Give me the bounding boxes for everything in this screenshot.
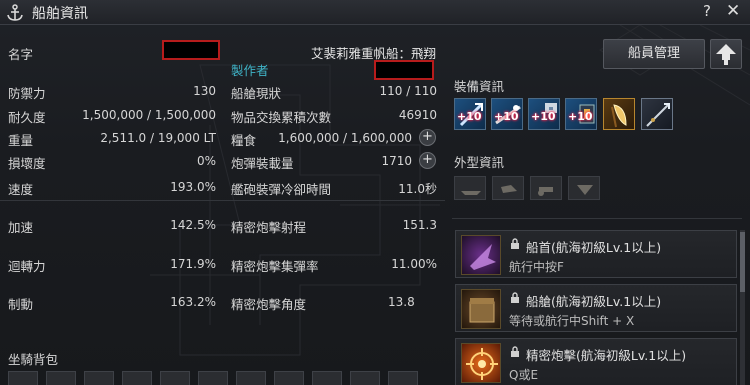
- help-button[interactable]: ?: [703, 2, 711, 20]
- mount-bag-label: 坐騎背包: [8, 352, 59, 367]
- mount-bag-slot[interactable]: [312, 371, 342, 385]
- durability-value: 1,500,000 / 1,500,000: [82, 108, 216, 122]
- ship-name-redacted: [162, 40, 220, 60]
- mount-bag-slot[interactable]: [236, 371, 266, 385]
- crew-management-button[interactable]: 船員管理: [603, 39, 705, 69]
- precision-spread-label: 精密炮擊集彈率: [231, 259, 319, 274]
- mount-bag-slot[interactable]: [350, 371, 380, 385]
- ammo-load-value: 1710: [381, 154, 412, 168]
- cabin-status-label: 船艙現狀: [231, 86, 282, 101]
- ammo-load-label: 炮彈裝載量: [231, 156, 294, 171]
- mount-bag-slot[interactable]: [198, 371, 228, 385]
- enhance-badge: +10: [494, 110, 519, 123]
- add-provisions-button[interactable]: +: [419, 129, 436, 146]
- skill-name: 精密炮擊(航海初級Lv.1以上): [526, 348, 687, 363]
- skill-item-precision-shot[interactable]: 精密炮擊(航海初級Lv.1以上) Q或E: [455, 338, 737, 385]
- cannon-cooldown-value: 11.0秒: [398, 182, 437, 196]
- precision-angle-value: 13.8: [388, 295, 415, 309]
- upgrade-ship-button[interactable]: [710, 39, 742, 69]
- skill-item-cabin[interactable]: 船艙(航海初級Lv.1以上) 等待或航行中Shift + X: [455, 284, 737, 332]
- divider: [452, 218, 742, 219]
- mount-bag-slot[interactable]: [388, 371, 418, 385]
- add-ammo-button[interactable]: +: [419, 152, 436, 169]
- equipment-slot-plating[interactable]: +10: [528, 98, 560, 130]
- brake-value: 163.2%: [170, 295, 216, 309]
- turning-value: 171.9%: [170, 257, 216, 271]
- weight-value: 2,511.0 / 19,000 LT: [100, 131, 216, 145]
- turning-label: 迴轉力: [8, 259, 46, 274]
- mount-bag-slot[interactable]: [160, 371, 190, 385]
- equipment-slot-cannon[interactable]: +10: [565, 98, 597, 130]
- maker-name-redacted: [374, 60, 434, 80]
- harpoon-icon: [646, 103, 670, 127]
- skill-desc: Q或E: [509, 368, 539, 382]
- title-bar[interactable]: 船舶資訊 ? ✕: [0, 0, 750, 25]
- ship-hull-icon: [461, 191, 481, 195]
- mount-bag-slot[interactable]: [84, 371, 114, 385]
- skill-name: 船艙(航海初級Lv.1以上): [526, 294, 662, 309]
- ship-deck-icon: [501, 185, 517, 193]
- close-button[interactable]: ✕: [726, 1, 740, 21]
- speed-label: 速度: [8, 182, 34, 197]
- prow-skill-icon: [461, 235, 501, 275]
- skills-scroll-thumb[interactable]: [740, 232, 745, 292]
- equipment-slot-sail[interactable]: [603, 98, 635, 130]
- provisions-value: 1,600,000 / 1,600,000: [278, 131, 412, 145]
- mount-bag-slot[interactable]: [46, 371, 76, 385]
- weight-label: 重量: [8, 133, 34, 148]
- skill-name: 船首(航海初級Lv.1以上): [526, 240, 662, 255]
- appearance-info-title: 外型資訊: [454, 155, 505, 170]
- skill-desc: 航行中按F: [509, 260, 564, 274]
- maker-label: 製作者: [231, 63, 269, 78]
- enhance-badge: +10: [568, 110, 593, 123]
- cannon-cooldown-label: 艦砲裝彈冷卻時間: [231, 182, 332, 197]
- sail-icon: [611, 104, 627, 128]
- provisions-label: 糧食: [231, 133, 257, 148]
- ship-info-window: 船舶資訊 ? ✕ 名字 艾裴莉雅重帆船：飛翔 製作者 防禦力 130 耐久度 1…: [0, 0, 750, 385]
- appearance-slot[interactable]: [568, 176, 600, 200]
- appearance-slot[interactable]: [530, 176, 562, 200]
- lock-icon: [511, 346, 519, 357]
- mount-bag-slot[interactable]: [274, 371, 304, 385]
- skill-item-prow[interactable]: 船首(航海初級Lv.1以上) 航行中按F: [455, 230, 737, 278]
- upgrade-arrow-icon: [716, 44, 736, 65]
- trade-count-value: 46910: [398, 108, 437, 122]
- ship-ornament-icon: [577, 185, 593, 195]
- trade-count-label: 物品交換累積次數: [231, 110, 332, 125]
- window-title: 船舶資訊: [32, 6, 88, 22]
- lock-icon: [511, 292, 519, 303]
- enhance-badge: +10: [457, 110, 482, 123]
- lock-icon: [511, 238, 519, 249]
- speed-value: 193.0%: [170, 180, 216, 194]
- precision-range-value: 151.3: [402, 218, 437, 232]
- durability-label: 耐久度: [8, 110, 46, 125]
- acceleration-label: 加速: [8, 220, 34, 235]
- precision-range-label: 精密炮擊射程: [231, 220, 307, 235]
- mount-bag-slot[interactable]: [8, 371, 38, 385]
- precision-spread-value: 11.00%: [391, 257, 437, 271]
- appearance-slot[interactable]: [492, 176, 524, 200]
- cabin-status-value: 110 / 110: [379, 84, 437, 98]
- ship-cannon-icon: [538, 187, 553, 196]
- skill-desc: 等待或航行中Shift + X: [509, 314, 635, 328]
- damage-label: 損壞度: [8, 156, 46, 171]
- equipment-slot-prow[interactable]: +10: [454, 98, 486, 130]
- mount-bag-slot[interactable]: [122, 371, 152, 385]
- equipment-slot-figurehead[interactable]: +10: [491, 98, 523, 130]
- enhance-badge: +10: [531, 110, 556, 123]
- appearance-slot[interactable]: [454, 176, 486, 200]
- brake-label: 制動: [8, 297, 34, 312]
- divider: [0, 200, 445, 201]
- name-label: 名字: [8, 47, 34, 62]
- defense-label: 防禦力: [8, 86, 46, 101]
- precision-angle-label: 精密炮擊角度: [231, 297, 307, 312]
- cabin-skill-icon: [461, 289, 501, 329]
- precision-shot-skill-icon: [461, 343, 501, 383]
- defense-value: 130: [193, 84, 216, 98]
- acceleration-value: 142.5%: [170, 218, 216, 232]
- equipment-slot-gear[interactable]: [641, 98, 673, 130]
- equipment-info-title: 裝備資訊: [454, 79, 505, 94]
- damage-value: 0%: [196, 154, 216, 168]
- anchor-icon: [7, 4, 23, 21]
